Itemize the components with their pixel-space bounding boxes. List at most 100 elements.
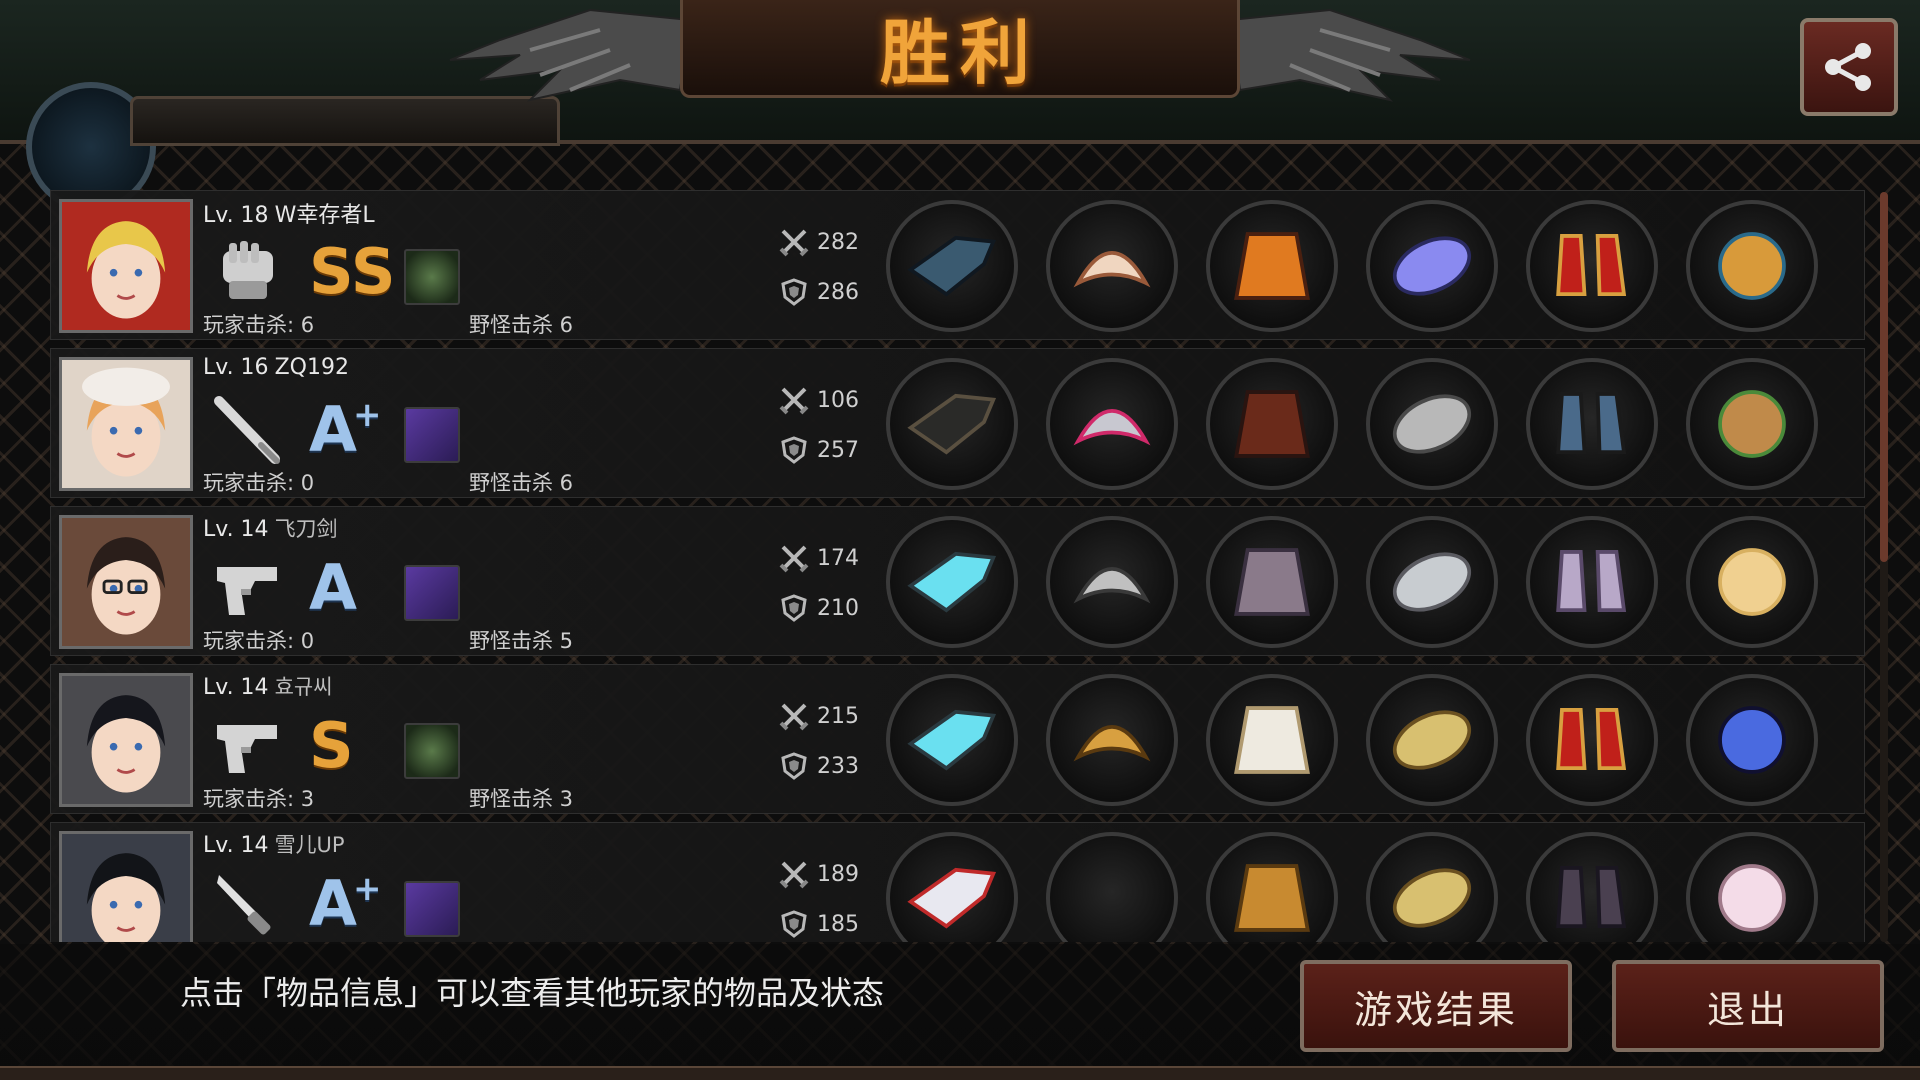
fan-item[interactable]: [1686, 516, 1818, 648]
defense-value: 185: [817, 911, 859, 937]
attack-value: 215: [817, 703, 859, 729]
pistol-icon: [211, 553, 285, 623]
lightning-bracer-item[interactable]: [1366, 200, 1498, 332]
empty-slot[interactable]: [1046, 832, 1178, 942]
defense-stat: 233: [779, 751, 859, 781]
player-name: 효규씨: [274, 675, 333, 699]
level-label: Lv. 18: [203, 203, 269, 228]
portrait-image: [62, 676, 190, 804]
red-heels-item[interactable]: [1526, 674, 1658, 806]
player-name: 雪儿UP: [274, 833, 345, 857]
skill-icon[interactable]: [404, 565, 460, 621]
cat-box-item[interactable]: [1686, 358, 1818, 490]
bat-icon: [211, 395, 285, 465]
game-result-button[interactable]: 游戏结果: [1300, 960, 1572, 1052]
knife-icon: [211, 869, 285, 939]
player-level: Lv. 18 W幸存者L: [203, 197, 375, 229]
player-level: Lv. 14 飞刀剑: [203, 513, 338, 543]
share-button[interactable]: [1800, 18, 1898, 116]
monster-kills: 野怪击杀 5: [469, 629, 574, 653]
skill-icon[interactable]: [404, 407, 460, 463]
gold-shield-item[interactable]: [1366, 832, 1498, 942]
skill-icon[interactable]: [404, 249, 460, 305]
katana-item[interactable]: [886, 832, 1018, 942]
player-avatar[interactable]: [59, 673, 193, 807]
attack-icon: [779, 861, 809, 889]
level-label: Lv. 14: [203, 833, 269, 858]
tall-boots-item[interactable]: [1526, 516, 1658, 648]
portrait-image: [62, 202, 190, 330]
attack-stat: 282: [779, 227, 859, 257]
gold-shield-item[interactable]: [1366, 674, 1498, 806]
boots-item[interactable]: [1526, 358, 1658, 490]
defense-stat: 257: [779, 435, 859, 465]
grade-letter: A: [309, 551, 357, 624]
player-kills: 玩家击杀: 6: [203, 313, 315, 337]
attack-value: 106: [817, 387, 859, 413]
grade-plus: +: [352, 869, 382, 909]
attack-stat: 174: [779, 543, 859, 573]
grade-letter: S: [309, 709, 354, 782]
portrait-image: [62, 518, 190, 646]
grade-letter: A: [309, 867, 357, 940]
defense-value: 286: [817, 279, 859, 305]
level-label: Lv. 14: [203, 675, 269, 700]
scroll-thumb[interactable]: [1880, 192, 1888, 562]
feather-tiara-item[interactable]: [1046, 200, 1178, 332]
laser-gun-item[interactable]: [886, 674, 1018, 806]
player-avatar[interactable]: [59, 831, 193, 942]
tech-helmet-item[interactable]: [1046, 358, 1178, 490]
defense-value: 257: [817, 437, 859, 463]
level-label: Lv. 16: [203, 355, 269, 380]
player-kills: 玩家击杀: 0: [203, 471, 315, 495]
flame-armor-item[interactable]: [1206, 200, 1338, 332]
player-row[interactable]: Lv. 14 雪儿UP A+ 189 185: [50, 822, 1865, 942]
pearl-item[interactable]: [1686, 832, 1818, 942]
skill-icon[interactable]: [404, 723, 460, 779]
defense-icon: [781, 910, 807, 938]
player-name: ZQ192: [274, 355, 349, 380]
laser-gun-item[interactable]: [886, 516, 1018, 648]
red-heels-item[interactable]: [1526, 200, 1658, 332]
attack-icon: [779, 387, 809, 415]
player-row[interactable]: Lv. 14 飞刀剑 A 玩家击杀: 0 野怪击杀 5 174 210: [50, 506, 1865, 656]
defense-icon: [781, 594, 807, 622]
player-list[interactable]: Lv. 18 W幸存者L SS 玩家击杀: 6 野怪击杀 6 282 286 Lv. 16 ZQ…: [50, 190, 1865, 942]
player-row[interactable]: Lv. 16 ZQ192 A+ 玩家击杀: 0 野怪击杀 6 106 257: [50, 348, 1865, 498]
player-avatar[interactable]: [59, 357, 193, 491]
dark-boots-item[interactable]: [1526, 832, 1658, 942]
leather-coat-item[interactable]: [1206, 358, 1338, 490]
attack-icon: [779, 229, 809, 257]
skill-icon[interactable]: [404, 881, 460, 937]
white-robe-item[interactable]: [1206, 674, 1338, 806]
grade-badge: SS: [309, 237, 399, 307]
player-row[interactable]: Lv. 18 W幸存者L SS 玩家击杀: 6 野怪击杀 6 282 286: [50, 190, 1865, 340]
gold-armor-item[interactable]: [1206, 832, 1338, 942]
defense-icon: [781, 436, 807, 464]
player-name: 飞刀剑: [274, 517, 338, 541]
player-kills: 玩家击杀: 3: [203, 787, 315, 811]
blade-arm-item[interactable]: [1366, 516, 1498, 648]
gold-helm-item[interactable]: [1046, 674, 1178, 806]
exit-button[interactable]: 退出: [1612, 960, 1884, 1052]
knight-helm-item[interactable]: [1046, 516, 1178, 648]
grade-letter: A: [309, 393, 357, 466]
attack-stat: 189: [779, 859, 859, 889]
plate-armor-item[interactable]: [1206, 516, 1338, 648]
attack-value: 282: [817, 229, 859, 255]
galaxy-item[interactable]: [1686, 674, 1818, 806]
gauntlet-item[interactable]: [886, 200, 1018, 332]
item-info-hint: 点击「物品信息」可以查看其他玩家的物品及状态: [180, 974, 885, 1012]
player-row[interactable]: Lv. 14 효규씨 S 玩家击杀: 3 野怪击杀 3 215 233: [50, 664, 1865, 814]
attack-stat: 106: [779, 385, 859, 415]
shield-disc-item[interactable]: [1366, 358, 1498, 490]
defense-value: 233: [817, 753, 859, 779]
pistol-icon: [211, 711, 285, 781]
earrings-item[interactable]: [1686, 200, 1818, 332]
list-scrollbar[interactable]: [1880, 192, 1888, 942]
umbrella-item[interactable]: [886, 358, 1018, 490]
player-avatar[interactable]: [59, 515, 193, 649]
right-wing-ornament: [1228, 8, 1471, 102]
player-avatar[interactable]: [59, 199, 193, 333]
portrait-image: [62, 360, 190, 488]
